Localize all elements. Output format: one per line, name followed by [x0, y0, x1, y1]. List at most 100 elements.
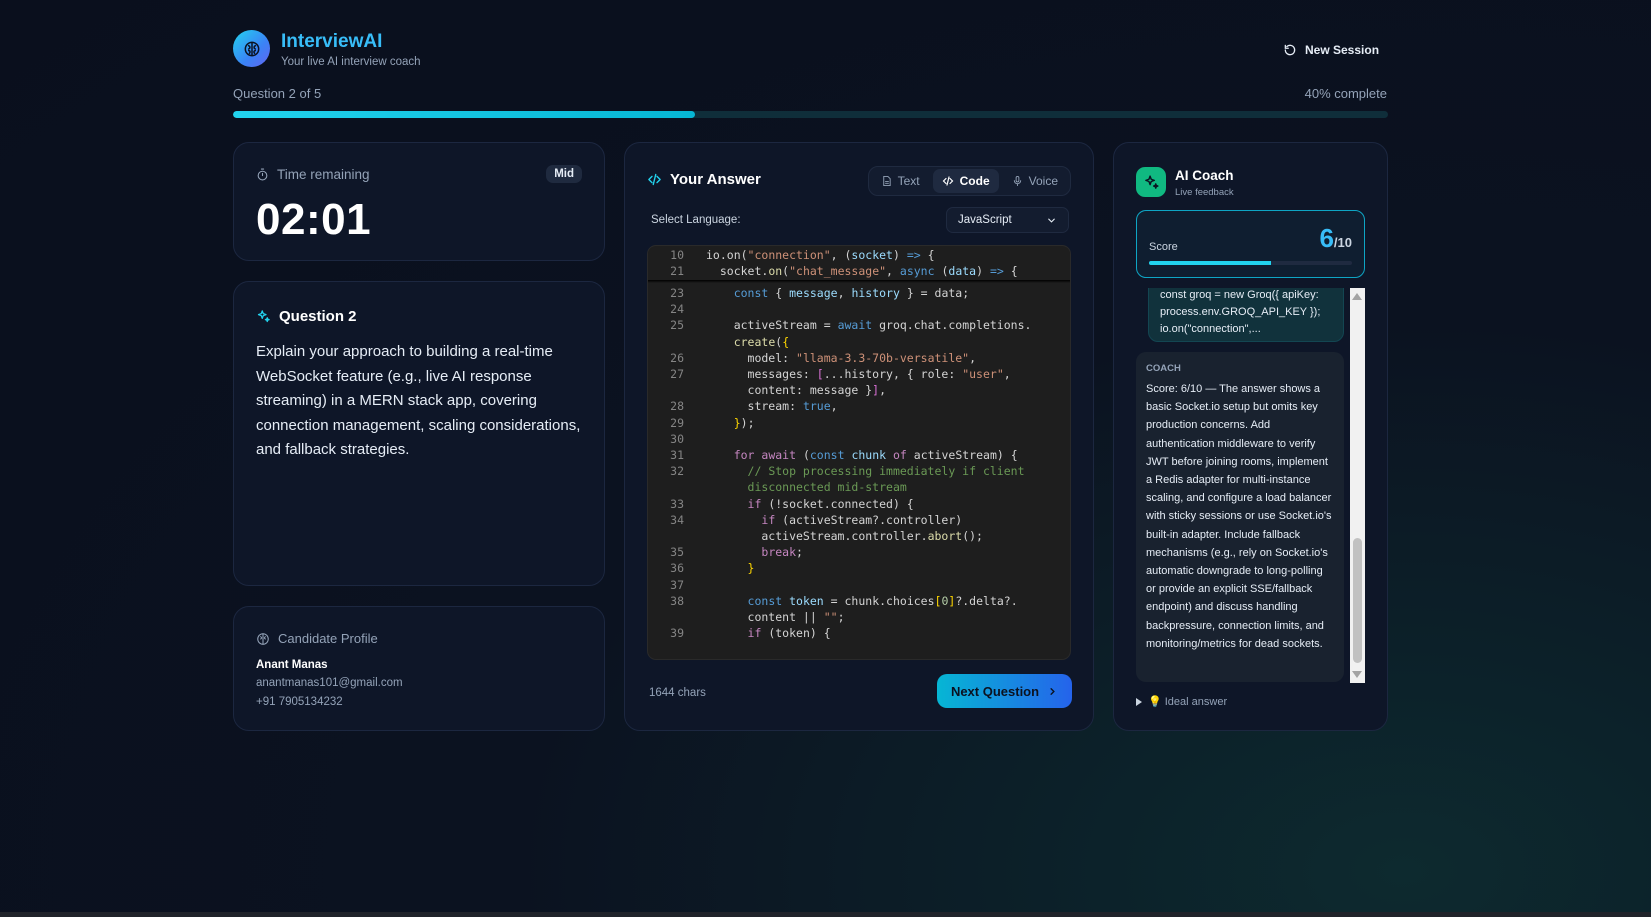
code-line: 24 — [648, 301, 1070, 318]
code-line: 37 — [648, 577, 1070, 594]
score-bar-fill — [1149, 261, 1271, 265]
code-line: content || ""; — [648, 609, 1070, 626]
code-line: 26 model: "llama-3.3-70b-versatile", — [648, 350, 1070, 367]
line-text: if (activeStream?.controller) — [761, 512, 963, 527]
coach-feed[interactable]: const groq = new Groq({ apiKey: process.… — [1136, 288, 1358, 683]
line-text: if (token) { — [747, 626, 831, 641]
line-number: 31 — [670, 448, 684, 462]
chevron-right-icon — [1050, 687, 1055, 695]
language-label: Select Language: — [651, 214, 741, 226]
line-text: const token = chunk.choices[0]?.delta?. — [747, 593, 1018, 608]
window-bottom-edge — [0, 912, 1651, 917]
line-text: activeStream = await groq.chat.completio… — [706, 318, 1032, 333]
code-line: 29 }); — [648, 415, 1070, 432]
answer-mode-tabs: Text Code Voice — [867, 166, 1071, 196]
timer-card: Time remaining Mid 02:01 — [233, 142, 605, 261]
timer-value: 02:01 — [256, 195, 372, 244]
code-line: 27 messages: [...history, { role: "user"… — [648, 366, 1070, 383]
score-max: /10 — [1333, 235, 1352, 250]
feed-scrollbar[interactable] — [1350, 288, 1365, 683]
line-text: content: message }], — [706, 383, 887, 398]
line-number: 37 — [670, 577, 684, 592]
language-select[interactable]: JavaScript — [946, 207, 1069, 233]
progress-bar-fill — [233, 111, 695, 118]
line-text: io.on("connection", (socket) => { — [706, 248, 935, 262]
line-number: 32 — [670, 464, 684, 479]
coach-feedback-text: Score: 6/10 — The answer shows a basic S… — [1146, 383, 1332, 650]
code-line: 31 for await (const chunk of activeStrea… — [648, 447, 1070, 464]
line-number: 27 — [670, 367, 684, 381]
question-card: Question 2 Explain your approach to buil… — [233, 281, 605, 586]
score-number: 6 — [1319, 223, 1334, 253]
score-box: Score 6/10 — [1136, 210, 1365, 278]
tab-voice[interactable]: Voice — [1003, 169, 1067, 193]
char-count: 1644 chars — [649, 687, 706, 699]
tab-code[interactable]: Code — [932, 169, 999, 193]
line-number: 33 — [670, 496, 684, 511]
app-logo — [233, 30, 270, 67]
percent-complete-label: 40% complete — [1304, 86, 1387, 101]
profile-title-text: Candidate Profile — [278, 631, 378, 646]
language-select-value: JavaScript — [958, 214, 1012, 226]
scroll-down-arrow-icon[interactable] — [1352, 671, 1362, 678]
disclosure-triangle-icon — [1136, 697, 1142, 706]
scroll-thumb[interactable] — [1353, 538, 1362, 663]
code-icon — [648, 173, 661, 186]
sparkles-icon — [257, 310, 270, 323]
user-answer-bubble: const groq = new Groq({ apiKey: process.… — [1148, 288, 1344, 342]
question-text: Explain your approach to building a real… — [256, 343, 581, 458]
coach-tag: COACH — [1146, 363, 1181, 374]
profile-title: Candidate Profile — [256, 631, 378, 646]
coach-title: AI Coach — [1175, 168, 1234, 183]
line-text: stream: true, — [706, 399, 838, 414]
line-number: 21 — [670, 264, 684, 278]
line-text: }); — [733, 415, 755, 430]
scroll-up-arrow-icon[interactable] — [1352, 293, 1362, 300]
ideal-answer-toggle[interactable]: 💡 Ideal answer — [1136, 695, 1227, 708]
code-line: 39 if (token) { — [648, 625, 1070, 642]
line-text: if (!socket.connected) { — [747, 496, 914, 511]
line-number: 30 — [670, 431, 684, 446]
code-line: 36 } — [648, 560, 1070, 577]
code-line: 32 // Stop processing immediately if cli… — [648, 463, 1070, 480]
timer-label: Time remaining — [256, 167, 370, 182]
line-text: model: "llama-3.3-70b-versatile", — [706, 350, 977, 365]
code-line: 21 socket.on("chat_message", async (data… — [648, 263, 1070, 280]
line-text: messages: [...history, { role: "user", — [706, 367, 1011, 381]
tab-text[interactable]: Text — [872, 169, 929, 193]
code-line: 25 activeStream = await groq.chat.comple… — [648, 317, 1070, 334]
line-text: for await (const chunk of activeStream) … — [733, 448, 1018, 462]
question-progress-label: Question 2 of 5 — [233, 86, 322, 101]
chevron-down-icon — [1048, 218, 1055, 223]
app-tagline: Your live AI interview coach — [281, 56, 421, 68]
code-line: activeStream.controller.abort(); — [648, 528, 1070, 545]
question-title-text: Question 2 — [279, 308, 357, 325]
answer-title: Your Answer — [647, 171, 761, 188]
line-text: break; — [761, 545, 803, 560]
coach-feedback-bubble: COACH Score: 6/10 — The answer shows a b… — [1136, 352, 1344, 682]
code-line: 33 if (!socket.connected) { — [648, 496, 1070, 513]
score-label: Score — [1149, 241, 1178, 253]
new-session-button[interactable]: New Session — [1283, 38, 1379, 62]
line-number: 34 — [670, 512, 684, 527]
score-value: 6/10 — [1319, 223, 1352, 254]
line-number: 39 — [670, 626, 684, 641]
code-line: create({ — [648, 334, 1070, 351]
line-text: content || ""; — [706, 610, 845, 624]
line-number: 25 — [670, 318, 684, 333]
line-number: 24 — [670, 302, 684, 317]
candidate-email: anantmanas101@gmail.com — [256, 677, 403, 689]
line-text: const { message, history } = data; — [733, 286, 970, 300]
refresh-icon — [1284, 44, 1296, 56]
code-editor[interactable]: 10 io.on("connection", (socket) => {21 so… — [647, 245, 1071, 660]
microphone-icon — [1013, 175, 1021, 187]
question-title: Question 2 — [256, 308, 357, 325]
line-number: 29 — [670, 415, 684, 430]
next-question-button[interactable]: Next Question — [937, 674, 1072, 708]
brain-icon — [244, 41, 259, 56]
code-line: 28 stream: true, — [648, 398, 1070, 415]
difficulty-badge: Mid — [546, 165, 582, 183]
app-title: InterviewAI — [281, 31, 383, 52]
line-number: 36 — [670, 561, 684, 576]
line-number: 38 — [670, 593, 684, 608]
